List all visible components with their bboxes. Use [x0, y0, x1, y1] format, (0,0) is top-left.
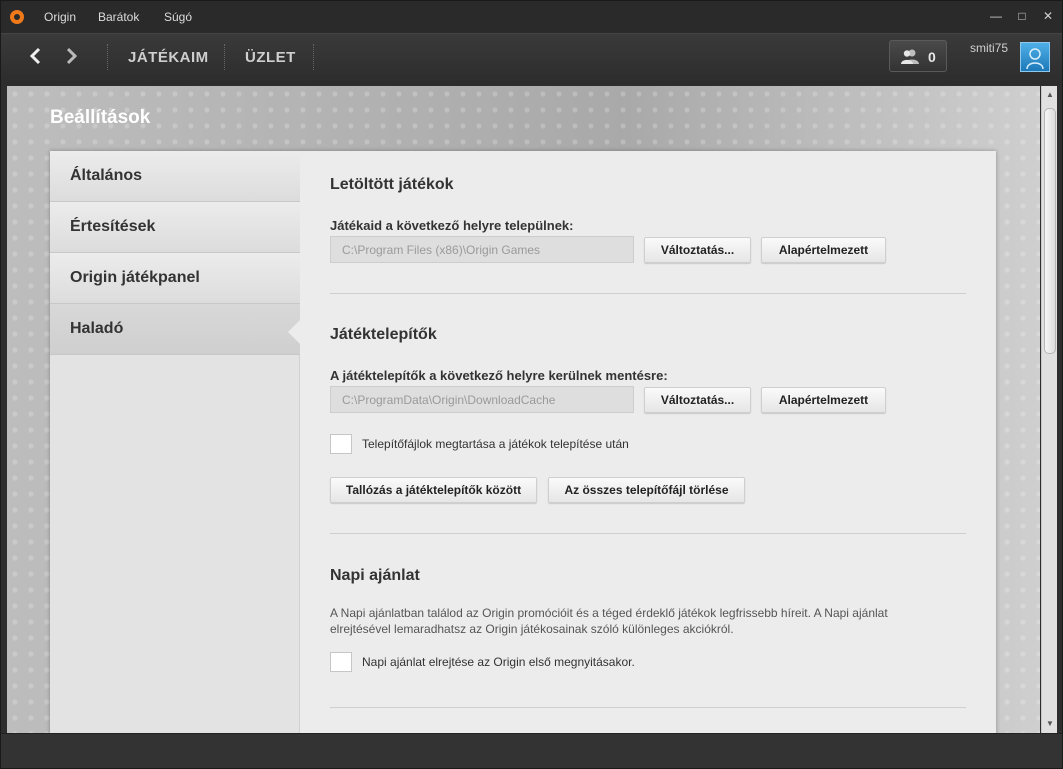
menu-help[interactable]: Súgó: [164, 10, 192, 24]
installers-location-field[interactable]: [330, 386, 634, 413]
maximize-icon[interactable]: □: [1015, 9, 1029, 23]
title-bar: Origin Barátok Súgó — □ ✕: [1, 1, 1062, 33]
settings-content: Beállítások Általános Értesítések Origin…: [7, 86, 1040, 733]
sidebar-item-notifications[interactable]: Értesítések: [50, 202, 300, 253]
bottom-bar: [1, 733, 1062, 768]
nav-divider: [313, 44, 314, 70]
nav-divider: [224, 44, 225, 70]
menu-origin[interactable]: Origin: [44, 10, 76, 24]
games-location-label: Játékaid a következő helyre települnek:: [330, 218, 574, 233]
section-title-daily-offer: Napi ajánlat: [330, 567, 420, 584]
scroll-up-icon[interactable]: ▲: [1044, 88, 1056, 102]
sidebar-item-label: Haladó: [70, 320, 124, 337]
browse-installers-button[interactable]: Tallózás a játéktelepítők között: [330, 477, 537, 503]
active-indicator: [288, 319, 301, 345]
games-location-field[interactable]: [330, 236, 634, 263]
section-divider: [330, 707, 966, 708]
change-installers-location-button[interactable]: Változtatás...: [644, 387, 751, 413]
keep-installers-label: Telepítőfájlok megtartása a játékok tele…: [362, 437, 629, 451]
vertical-scrollbar[interactable]: ▲ ▼: [1041, 86, 1057, 733]
nav-store[interactable]: ÜZLET: [245, 49, 296, 66]
sidebar-item-label: Origin játékpanel: [70, 269, 200, 286]
minimize-icon[interactable]: —: [989, 9, 1003, 23]
friends-icon: [901, 49, 919, 64]
user-silhouette-icon: [1026, 48, 1044, 70]
hide-daily-offer-checkbox[interactable]: [330, 652, 352, 672]
back-button[interactable]: [26, 46, 46, 66]
username[interactable]: smiti75: [970, 41, 1008, 55]
daily-offer-description: A Napi ajánlatban találod az Origin prom…: [330, 606, 888, 636]
sidebar-item-general[interactable]: Általános: [50, 151, 300, 202]
sidebar-item-in-game[interactable]: Origin játékpanel: [50, 253, 300, 304]
friends-button[interactable]: 0: [889, 40, 947, 72]
settings-panel: Általános Értesítések Origin játékpanel …: [50, 151, 996, 733]
scrollbar-thumb[interactable]: [1044, 108, 1056, 354]
change-games-location-button[interactable]: Változtatás...: [644, 237, 751, 263]
sidebar-item-label: Értesítések: [70, 218, 156, 235]
nav-divider: [107, 44, 108, 70]
page-title: Beállítások: [50, 107, 151, 128]
close-icon[interactable]: ✕: [1041, 9, 1055, 23]
hide-daily-offer-label: Napi ajánlat elrejtése az Origin első me…: [362, 655, 635, 669]
nav-bar: JÁTÉKAIM ÜZLET 0 smiti75: [1, 33, 1062, 85]
installers-location-label: A játéktelepítők a következő helyre kerü…: [330, 368, 668, 383]
keep-installers-checkbox[interactable]: [330, 434, 352, 454]
section-title-installers: Játéktelepítők: [330, 326, 437, 343]
avatar[interactable]: [1020, 42, 1050, 72]
forward-button[interactable]: [61, 46, 81, 66]
section-divider: [330, 533, 966, 534]
chevron-left-icon: [29, 47, 41, 65]
settings-sidebar: Általános Értesítések Origin játékpanel …: [50, 151, 301, 733]
origin-logo-icon[interactable]: [10, 10, 24, 24]
scroll-down-icon[interactable]: ▼: [1044, 717, 1056, 731]
origin-window: Origin Barátok Súgó — □ ✕ JÁTÉKAIM ÜZLET…: [0, 0, 1063, 769]
section-title-downloaded-games: Letöltött játékok: [330, 176, 454, 193]
delete-installers-button[interactable]: Az összes telepítőfájl törlése: [548, 477, 745, 503]
friends-count: 0: [928, 49, 936, 65]
settings-main: Letöltött játékok Játékaid a következő h…: [330, 151, 966, 733]
chevron-right-icon: [66, 47, 78, 65]
default-games-location-button[interactable]: Alapértelmezett: [761, 237, 886, 263]
sidebar-item-label: Általános: [70, 167, 143, 184]
sidebar-item-advanced[interactable]: Haladó: [50, 304, 300, 355]
menu-friends[interactable]: Barátok: [98, 10, 139, 24]
section-divider: [330, 293, 966, 294]
default-installers-location-button[interactable]: Alapértelmezett: [761, 387, 886, 413]
nav-my-games[interactable]: JÁTÉKAIM: [128, 49, 209, 66]
